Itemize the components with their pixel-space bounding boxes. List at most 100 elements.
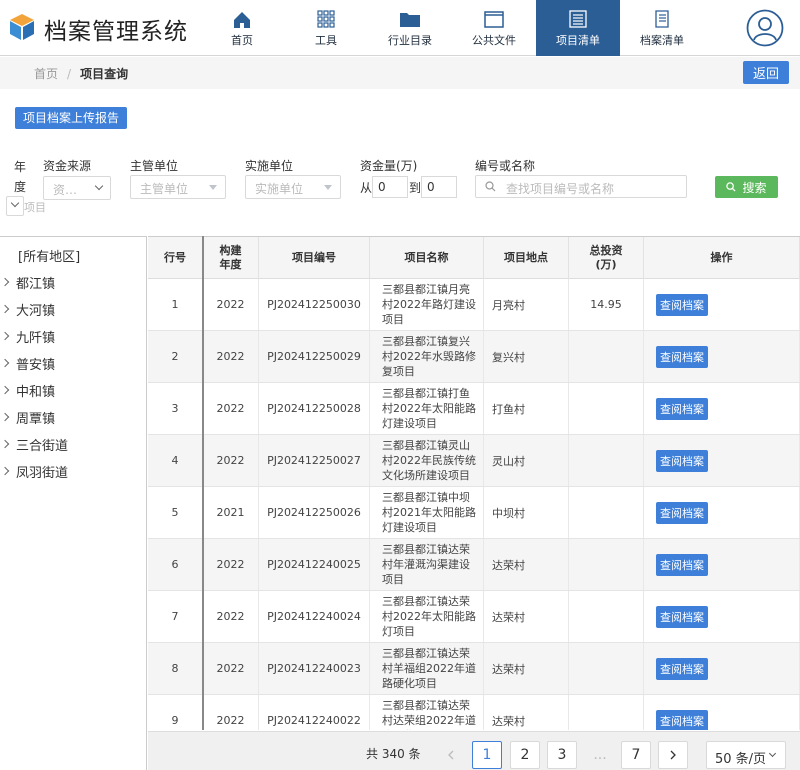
project-name-line: 项目 [382, 313, 404, 326]
breadcrumb-home[interactable]: 首页 [34, 67, 58, 81]
view-archive-button[interactable]: 查阅档案 [656, 553, 708, 576]
cell-no: 2 [148, 331, 203, 382]
cell-year: 2022 [203, 279, 259, 330]
chevron-right-icon[interactable] [0, 385, 10, 395]
project-name-line: 村2022年太阳能路 [382, 402, 476, 415]
column-header: 操作 [644, 237, 800, 279]
view-archive-button[interactable]: 查阅档案 [656, 293, 708, 316]
page-button[interactable]: 3 [547, 741, 577, 769]
supervisor-select[interactable]: 主管单位 [130, 175, 226, 199]
project-name-line: 三都县都江镇复兴 [382, 335, 470, 348]
tree-item[interactable]: 普安镇 [0, 353, 55, 373]
implementer-placeholder: 实施单位 [255, 182, 304, 196]
chevron-right-icon[interactable] [0, 304, 10, 314]
nav-item-label: 公共文件 [472, 34, 516, 47]
view-archive-button[interactable]: 查阅档案 [656, 501, 708, 524]
cell-invest [569, 331, 644, 382]
chevron-right-icon[interactable] [0, 439, 10, 449]
user-avatar-icon[interactable] [746, 9, 784, 47]
cell-place: 打鱼村 [484, 383, 569, 434]
fund-source-select[interactable]: 资… [43, 176, 111, 200]
view-archive-button[interactable]: 查阅档案 [656, 397, 708, 420]
top-header: 档案管理系统 首页 工具 行业目录 公共文件 项目清单 档案清单 [0, 0, 800, 56]
nav-item-label: 工具 [315, 34, 337, 47]
next-page-button[interactable] [658, 741, 688, 769]
tree-item-label: 周覃镇 [16, 411, 56, 427]
tree-item[interactable]: 大河镇 [0, 299, 55, 319]
nav-item-2[interactable]: 行业目录 [368, 0, 452, 56]
page-button[interactable]: 7 [621, 741, 651, 769]
chevron-right-icon[interactable] [0, 412, 10, 422]
cell-no: 3 [148, 383, 203, 434]
column-header: 构建年度 [203, 237, 259, 279]
tree-item-label: [所有地区] [18, 249, 81, 265]
view-archive-button[interactable]: 查阅档案 [656, 709, 708, 730]
year-select[interactable] [6, 196, 24, 216]
tree-item[interactable]: 凤羽街道 [0, 461, 68, 481]
project-name-line: 三都县都江镇灵山 [382, 439, 470, 452]
chevron-right-icon[interactable] [0, 358, 10, 368]
page-button[interactable]: 2 [510, 741, 540, 769]
table-row: 92022PJ202412240022 三都县都江镇达荣村达荣组2022年道路硬化… [148, 695, 800, 730]
chevron-right-icon[interactable] [0, 466, 10, 476]
fund-to-input[interactable]: 0 [421, 176, 457, 198]
total-count: 共 340 条 [366, 747, 421, 761]
fund-source-placeholder: 资… [53, 183, 78, 197]
tree-item[interactable]: 都江镇 [0, 272, 55, 292]
cell-invest [569, 383, 644, 434]
chevron-right-icon[interactable] [0, 331, 10, 341]
column-divider[interactable] [202, 236, 204, 730]
fund-from-input[interactable]: 0 [372, 176, 408, 198]
column-header: 行号 [148, 237, 203, 279]
action-cell: 查阅档案 [644, 279, 800, 330]
project-name-line: 三都县都江镇达荣 [382, 699, 470, 712]
nav-item-1[interactable]: 工具 [284, 0, 368, 56]
tree-item[interactable]: [所有地区] [18, 245, 80, 265]
view-archive-button[interactable]: 查阅档案 [656, 449, 708, 472]
window-icon [484, 11, 504, 28]
cell-invest [569, 643, 644, 694]
pagination: 共 340 条 1 2 3... 7 50 条/页 [148, 731, 800, 770]
page-ellipsis: ... [593, 747, 607, 763]
cell-code: PJ202412250029 [259, 331, 370, 382]
prev-page-button[interactable] [436, 741, 466, 769]
nav-item-3[interactable]: 公共文件 [452, 0, 536, 56]
cell-year: 2022 [203, 539, 259, 590]
nav-item-label: 行业目录 [388, 34, 432, 47]
tree-item-label: 都江镇 [16, 276, 56, 292]
tree-item[interactable]: 中和镇 [0, 380, 55, 400]
nav-item-0[interactable]: 首页 [200, 0, 284, 56]
project-name: 三都县都江镇达荣村达荣组2022年道路硬化项目 [382, 698, 476, 730]
breadcrumb-current: 项目查询 [80, 67, 129, 81]
page-size-select[interactable]: 50 条/页 [706, 741, 786, 769]
action-cell: 查阅档案 [644, 383, 800, 434]
column-header: 项目编号 [259, 237, 370, 279]
search-input[interactable]: 查找项目编号或名称 [475, 175, 687, 198]
view-archive-button[interactable]: 查阅档案 [656, 605, 708, 628]
table-row: 6 2022 PJ202412240025 三都县都江镇达荣 村年灌溉沟渠建设 项目 达荣村… [148, 539, 800, 591]
upload-report-button[interactable]: 项目档案上传报告 [15, 107, 128, 129]
tree-item[interactable]: 九阡镇 [0, 326, 55, 346]
cell-no: 9 [148, 695, 203, 730]
project-name-line: 村2022年民族传统 [382, 454, 476, 467]
project-name-line: 三都县都江镇打鱼 [382, 387, 470, 400]
tree-item[interactable]: 周覃镇 [0, 407, 55, 427]
cell-no: 5 [148, 487, 203, 538]
view-archive-button[interactable]: 查阅档案 [656, 657, 708, 680]
table-header: 行号 构建年度 项目编号 项目名称 项目地点 总投资(万) 操作 [148, 236, 800, 279]
project-name: 三都县都江镇中坝 村2021年太阳能路 灯建设项目 [382, 490, 476, 535]
implementer-select[interactable]: 实施单位 [245, 175, 341, 199]
back-button[interactable]: 返回 [743, 61, 789, 84]
project-name-line: 三都县都江镇达荣 [382, 647, 470, 660]
tree-item-label: 普安镇 [16, 357, 56, 373]
view-archive-button[interactable]: 查阅档案 [656, 345, 708, 368]
nav-item-5[interactable]: 档案清单 [620, 0, 704, 56]
nav-item-4[interactable]: 项目清单 [536, 0, 620, 56]
chevron-right-icon[interactable] [0, 277, 10, 287]
search-button[interactable]: 搜索 [715, 176, 778, 198]
project-name-line: 项目 [382, 573, 404, 586]
tree-item[interactable]: 三合街道 [0, 434, 68, 454]
page-button[interactable]: 1 [472, 741, 502, 769]
column-header: 项目名称 [370, 237, 484, 279]
project-name-line: 村2021年太阳能路 [382, 506, 476, 519]
